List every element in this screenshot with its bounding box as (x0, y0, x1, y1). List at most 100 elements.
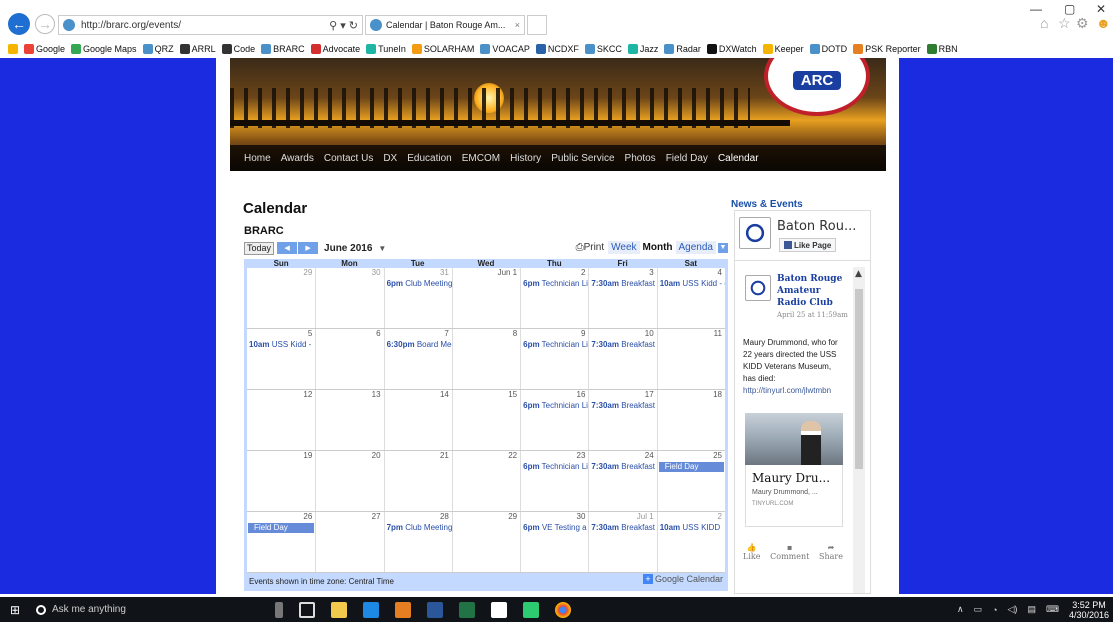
calendar-day-cell[interactable]: 17 7:30am Breakfast (588, 390, 656, 450)
minimize-icon[interactable]: — (1030, 2, 1042, 16)
address-bar[interactable]: http://brarc.org/events/ ⚲ ▾ ↻ (58, 15, 363, 35)
calendar-day-cell[interactable]: 22 (451, 451, 520, 511)
fav-voacap[interactable]: VOACAP (480, 44, 530, 54)
calendar-day-cell[interactable]: 29 (247, 268, 316, 328)
favorites-star-icon[interactable]: ☆ (1058, 15, 1071, 32)
calendar-day-cell[interactable]: 8 (451, 329, 520, 389)
nav-public-service[interactable]: Public Service (551, 153, 614, 164)
post-link[interactable]: http://tinyurl.com/jlwtmbn (743, 386, 831, 395)
microphone-icon[interactable] (275, 601, 283, 618)
calendar-day-cell[interactable]: Jun 1 (451, 268, 520, 328)
all-day-event[interactable]: Field Day (248, 523, 315, 533)
home-icon[interactable]: ⌂ (1040, 15, 1048, 31)
calendar-event[interactable]: 6:30pm Board Mee (387, 340, 452, 349)
google-icon[interactable] (491, 601, 507, 618)
browser-tab[interactable]: Calendar | Baton Rouge Am... × (365, 15, 525, 35)
calendar-event[interactable]: 6pm Club Meeting (387, 279, 452, 288)
calendar-event[interactable]: 10am USS KIDD (660, 523, 725, 532)
clock[interactable]: 3:52 PM 4/30/2016 (1069, 600, 1109, 620)
fav-solarham[interactable]: SOLARHAM (411, 44, 474, 54)
fav-google-maps[interactable]: Google Maps (71, 44, 137, 54)
calendar-day-cell[interactable]: Jul 1 7:30am Breakfast (588, 512, 657, 572)
prev-month-button[interactable]: ◀ (277, 242, 298, 254)
calendar-day-cell[interactable]: 12 (247, 390, 315, 450)
calendar-event[interactable]: 6pm VE Testing a (523, 523, 588, 532)
plus-app-icon[interactable] (523, 601, 539, 618)
calendar-day-cell[interactable]: 13 (315, 390, 383, 450)
calendar-day-cell[interactable]: 6 (315, 329, 383, 389)
nav-emcom[interactable]: EMCOM (462, 153, 500, 164)
club-logo[interactable]: ARC (764, 58, 870, 116)
close-tab-icon[interactable]: × (515, 20, 520, 30)
scroll-thumb[interactable] (855, 289, 863, 469)
calendar-event[interactable]: 7:30am Breakfast (591, 523, 656, 532)
calendar-day-cell[interactable]: 2 10am USS KIDD (656, 512, 725, 572)
calendar-day-cell[interactable]: 4 10am USS Kidd - ( (656, 268, 725, 328)
fav-radar[interactable]: Radar (664, 44, 701, 54)
smiley-icon[interactable]: ☻ (1096, 15, 1111, 31)
calendar-day-cell[interactable]: 20 (315, 451, 383, 511)
like-button[interactable]: 👍 Like (743, 543, 760, 561)
network-icon[interactable]: ◔ (992, 605, 997, 615)
tab-month[interactable]: Month (639, 241, 676, 254)
tab-week[interactable]: Week (608, 241, 640, 254)
chrome-icon[interactable] (555, 601, 571, 618)
back-button[interactable]: ← (8, 13, 30, 35)
calendar-event[interactable]: 7:30am Breakfast (591, 340, 656, 349)
feed-scrollbar[interactable]: ▲ (853, 267, 865, 593)
calendar-day-cell[interactable]: 16 6pm Technician Li (520, 390, 588, 450)
nav-education[interactable]: Education (407, 153, 451, 164)
calendar-day-cell[interactable]: 15 (451, 390, 520, 450)
scroll-up-icon[interactable]: ▲ (855, 269, 862, 279)
fav-qrz[interactable]: QRZ (142, 44, 174, 54)
calendar-event[interactable]: 6pm Technician Li (523, 340, 588, 349)
all-day-event[interactable]: Field Day (658, 462, 724, 472)
calendar-event[interactable]: 10am USS Kidd - ( (660, 279, 725, 288)
calendar-day-cell[interactable]: 31 6pm Club Meeting (383, 268, 452, 328)
calendar-day-cell[interactable]: 24 7:30am Breakfast (588, 451, 656, 511)
post-date[interactable]: April 25 at 11:59am (777, 311, 851, 320)
fav-ncdxf[interactable]: NCDXF (535, 44, 579, 54)
calendar-day-cell[interactable]: 25 Field Day (656, 451, 725, 511)
today-button[interactable]: Today (244, 241, 275, 255)
month-dropdown-icon[interactable]: ▼ (378, 244, 386, 253)
calendar-day-cell[interactable]: 2 6pm Technician Li (520, 268, 588, 328)
calendar-day-cell[interactable]: 7 6:30pm Board Mee (383, 329, 452, 389)
calendar-day-cell[interactable]: 18 (656, 390, 725, 450)
outlook-icon[interactable] (395, 601, 411, 618)
calendar-day-cell[interactable]: 19 (247, 451, 315, 511)
comment-button[interactable]: ▪ Comment (770, 543, 809, 561)
post-avatar[interactable] (745, 275, 771, 301)
calendar-day-cell[interactable]: 30 6pm VE Testing a (520, 512, 588, 572)
calendar-event[interactable]: 6pm Technician Li (523, 401, 588, 410)
windows-start-icon[interactable]: ⊞ (0, 603, 30, 617)
calendar-day-cell[interactable]: 11 (656, 329, 725, 389)
nav-history[interactable]: History (510, 153, 541, 164)
fav-brarc[interactable]: BRARC (261, 44, 305, 54)
word-icon[interactable] (427, 601, 443, 618)
settings-gear-icon[interactable]: ⚙ (1076, 15, 1089, 32)
show-hidden-icons-icon[interactable]: ∧ (957, 604, 964, 615)
calendar-day-cell[interactable]: 27 (315, 512, 383, 572)
calendar-event[interactable]: 7:30am Breakfast (591, 279, 656, 288)
fav-code[interactable]: Code (221, 44, 255, 54)
fav-arrl[interactable]: ARRL (179, 44, 216, 54)
calendar-day-cell[interactable]: 14 (383, 390, 452, 450)
like-page-button[interactable]: Like Page (779, 238, 837, 252)
google-calendar-button[interactable]: + Google Calendar (642, 574, 723, 584)
search-refresh-icon[interactable]: ⚲ ▾ ↻ (329, 19, 358, 32)
calendar-day-cell[interactable]: 9 6pm Technician Li (520, 329, 588, 389)
favorites-star-icon[interactable] (8, 44, 18, 54)
tab-agenda[interactable]: Agenda (675, 241, 716, 254)
nav-home[interactable]: Home (244, 153, 271, 164)
page-avatar[interactable] (739, 217, 771, 249)
share-button[interactable]: ➦ Share (819, 543, 843, 561)
print-button[interactable]: ⎙Print (576, 242, 605, 253)
calendar-day-cell[interactable]: 3 7:30am Breakfast (588, 268, 656, 328)
action-center-icon[interactable]: ▤ (1027, 604, 1036, 615)
maximize-icon[interactable]: ▢ (1064, 2, 1075, 16)
calendar-event[interactable]: 7pm Club Meeting (387, 523, 452, 532)
nav-calendar[interactable]: Calendar (718, 153, 759, 164)
battery-icon[interactable]: ▭ (974, 604, 983, 615)
nav-field-day[interactable]: Field Day (666, 153, 708, 164)
